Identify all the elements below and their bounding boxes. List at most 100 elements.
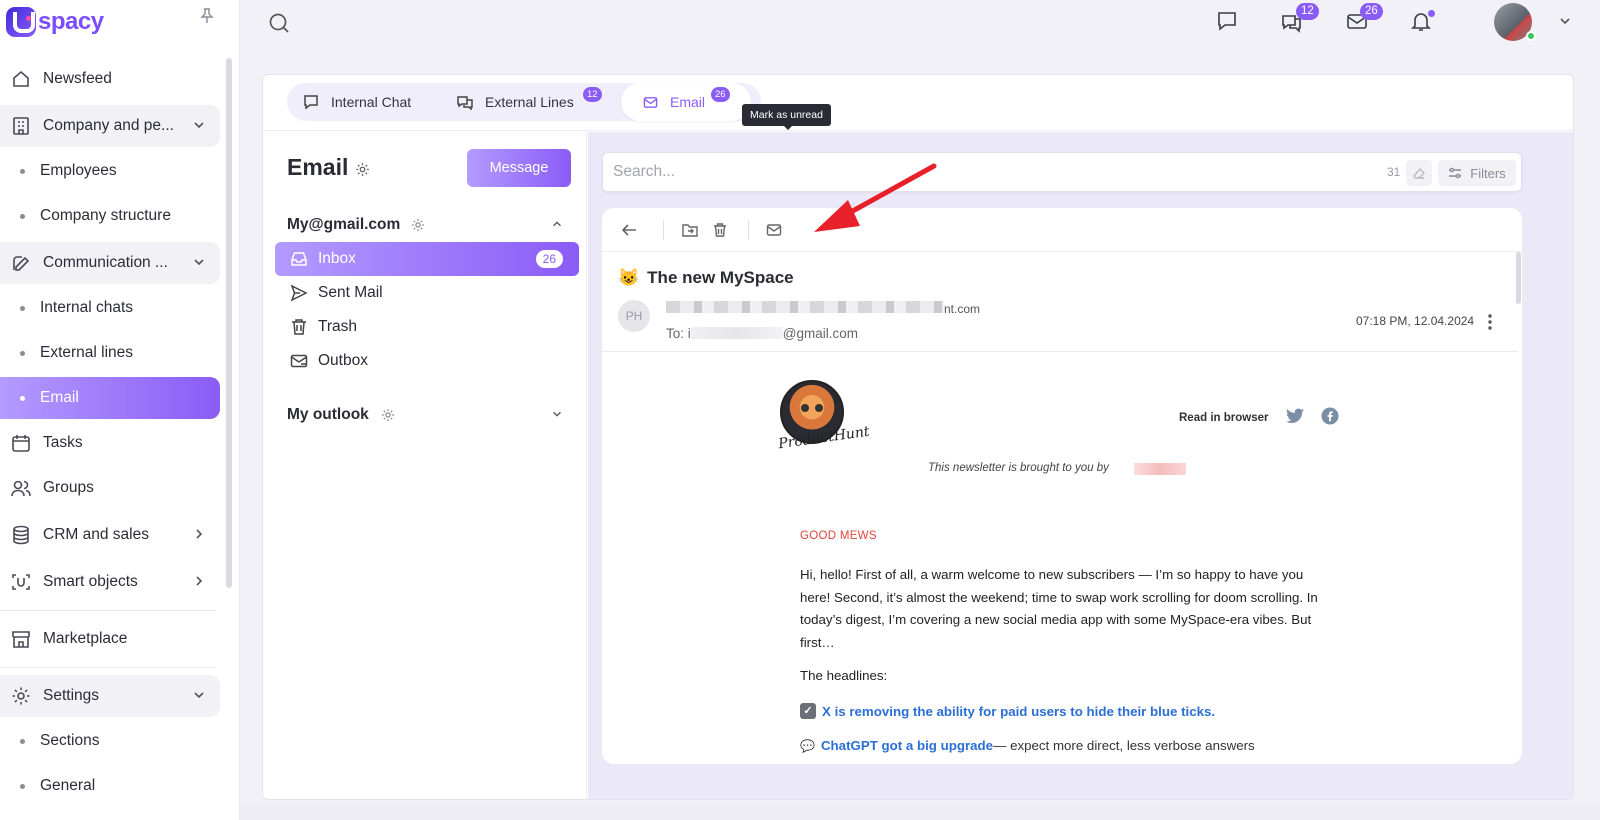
sidebar-item-external-lines[interactable]: External lines (0, 332, 220, 374)
chevron-right-icon (192, 574, 206, 588)
sidebar: spacy Newsfeed Company and pe... Employe… (0, 0, 240, 820)
sidebar-item-employees[interactable]: Employees (0, 150, 220, 192)
headline-rest: — expect more direct, less verbose answe… (993, 738, 1255, 753)
sponsor-redacted (1134, 463, 1186, 475)
annotation-arrow-icon (814, 163, 937, 232)
sidebar-item-label: Company and pe... (43, 117, 174, 134)
outbox-icon (290, 352, 308, 370)
sidebar-item-label: Newsfeed (43, 70, 112, 87)
sender-avatar: PH (618, 300, 650, 332)
mark-unread-icon[interactable] (766, 222, 782, 238)
headline-link[interactable]: X is removing the ability for paid users… (822, 704, 1215, 719)
checkbox-emoji-icon: ✓ (800, 703, 816, 719)
headline-link[interactable]: ChatGPT got a big upgrade (821, 738, 993, 753)
notification-dot (1428, 10, 1435, 17)
filters-button[interactable]: Filters (1438, 160, 1516, 186)
account-name[interactable]: My outlook (287, 406, 369, 424)
app-logo[interactable]: spacy (6, 4, 104, 40)
sidebar-item-label: Employees (40, 162, 117, 179)
chevron-up-icon[interactable] (551, 218, 563, 230)
sidebar-item-smart-objects[interactable]: Smart objects (0, 561, 220, 603)
tab-internal-chat[interactable]: Internal Chat (303, 83, 443, 121)
back-arrow-icon[interactable] (620, 221, 638, 239)
tabs-bar: Internal Chat External Lines 12 Email 26 (263, 75, 1573, 131)
folder-sent-mail[interactable]: Sent Mail (275, 276, 579, 310)
tab-external-lines[interactable]: External Lines 12 (457, 83, 607, 121)
sidebar-item-label: Company structure (40, 207, 171, 224)
headline-item[interactable]: 💬 ChatGPT got a big upgrade — expect mor… (800, 738, 1255, 753)
folder-inbox[interactable]: Inbox 26 (275, 242, 579, 276)
new-message-button[interactable]: Message (467, 149, 571, 187)
message-view: 😺 The new MySpace PH nt.com To: i @gmail.… (602, 208, 1522, 764)
sidebar-item-label: Settings (43, 687, 100, 704)
users-icon (10, 477, 32, 499)
sidebar-divider (0, 610, 216, 611)
twitter-icon[interactable] (1286, 408, 1304, 424)
folder-outbox[interactable]: Outbox (275, 344, 579, 378)
chat-icon[interactable] (1216, 10, 1238, 32)
database-icon (10, 524, 32, 546)
communication-icon (10, 252, 32, 274)
chevron-down-icon[interactable] (551, 408, 563, 420)
trash-icon (290, 318, 308, 336)
sidebar-item-communication[interactable]: Communication ... (0, 242, 220, 284)
section-label: GOOD MEWS (800, 530, 877, 542)
chevron-down-icon[interactable] (1558, 14, 1572, 28)
read-in-browser-link[interactable]: Read in browser (1179, 412, 1268, 424)
mail-icon (643, 95, 658, 110)
account-settings-icon[interactable] (411, 218, 425, 232)
trash-icon[interactable] (712, 222, 728, 238)
mail-badge: 26 (1360, 3, 1383, 20)
sidebar-item-marketplace[interactable]: Marketplace (0, 618, 220, 660)
toolbar-separator (748, 220, 749, 240)
sidebar-item-sections[interactable]: Sections (0, 720, 220, 762)
settings-icon[interactable] (355, 162, 370, 177)
facebook-icon[interactable] (1321, 407, 1339, 425)
headlines-label: The headlines: (800, 668, 888, 683)
search-bar: 31 Filters (602, 152, 1522, 192)
message-scrollbar[interactable] (1516, 252, 1521, 304)
sidebar-item-label: Groups (43, 479, 94, 496)
sidebar-item-company[interactable]: Company and pe... (0, 105, 220, 147)
sidebar-item-email[interactable]: Email (0, 377, 220, 419)
sidebar-item-label: Tasks (43, 434, 83, 451)
folder-trash[interactable]: Trash (275, 310, 579, 344)
move-to-folder-icon[interactable] (682, 222, 698, 238)
sidebar-item-label: General (40, 777, 96, 794)
sidebar-item-company-structure[interactable]: Company structure (0, 195, 220, 237)
sidebar-item-label: Internal chats (40, 299, 134, 316)
chevron-down-icon (192, 688, 206, 702)
sidebar-item-groups[interactable]: Groups (0, 467, 220, 509)
pin-icon[interactable] (200, 8, 214, 24)
account-settings-icon[interactable] (381, 408, 395, 422)
message-toolbar (602, 208, 1522, 252)
search-icon[interactable] (268, 12, 290, 34)
cat-emoji-icon: 😺 (618, 268, 640, 287)
home-icon (10, 68, 32, 90)
headline-item[interactable]: ✓ X is removing the ability for paid use… (800, 703, 1215, 719)
sidebar-item-label: CRM and sales (43, 526, 149, 543)
sidebar-scrollbar[interactable] (226, 58, 232, 588)
tab-badge: 12 (583, 87, 602, 102)
eraser-icon[interactable] (1406, 160, 1432, 186)
sidebar-item-general[interactable]: General (0, 765, 220, 807)
sidebar-item-settings[interactable]: Settings (0, 675, 220, 717)
toolbar-separator (663, 220, 664, 240)
tab-email[interactable]: Email 26 (621, 83, 751, 121)
sidebar-item-newsfeed[interactable]: Newsfeed (0, 58, 220, 100)
mark-unread-tooltip: Mark as unread (742, 104, 831, 130)
more-options-icon[interactable] (1487, 313, 1493, 331)
search-input[interactable] (613, 153, 1313, 191)
inbox-icon (290, 250, 308, 268)
account-name[interactable]: My@gmail.com (287, 216, 400, 234)
sidebar-item-label: Marketplace (43, 630, 128, 647)
sidebar-item-tasks[interactable]: Tasks (0, 422, 220, 464)
message-subject: 😺 The new MySpace (618, 268, 794, 288)
send-icon (290, 284, 308, 302)
sidebar-item-crm[interactable]: CRM and sales (0, 514, 220, 556)
sidebar-divider (0, 667, 216, 668)
sidebar-item-label: External lines (40, 344, 134, 361)
sidebar-item-internal-chats[interactable]: Internal chats (0, 287, 220, 329)
logo-mark-icon (6, 7, 36, 37)
newsletter-intro: Hi, hello! First of all, a warm welcome … (800, 567, 1318, 650)
